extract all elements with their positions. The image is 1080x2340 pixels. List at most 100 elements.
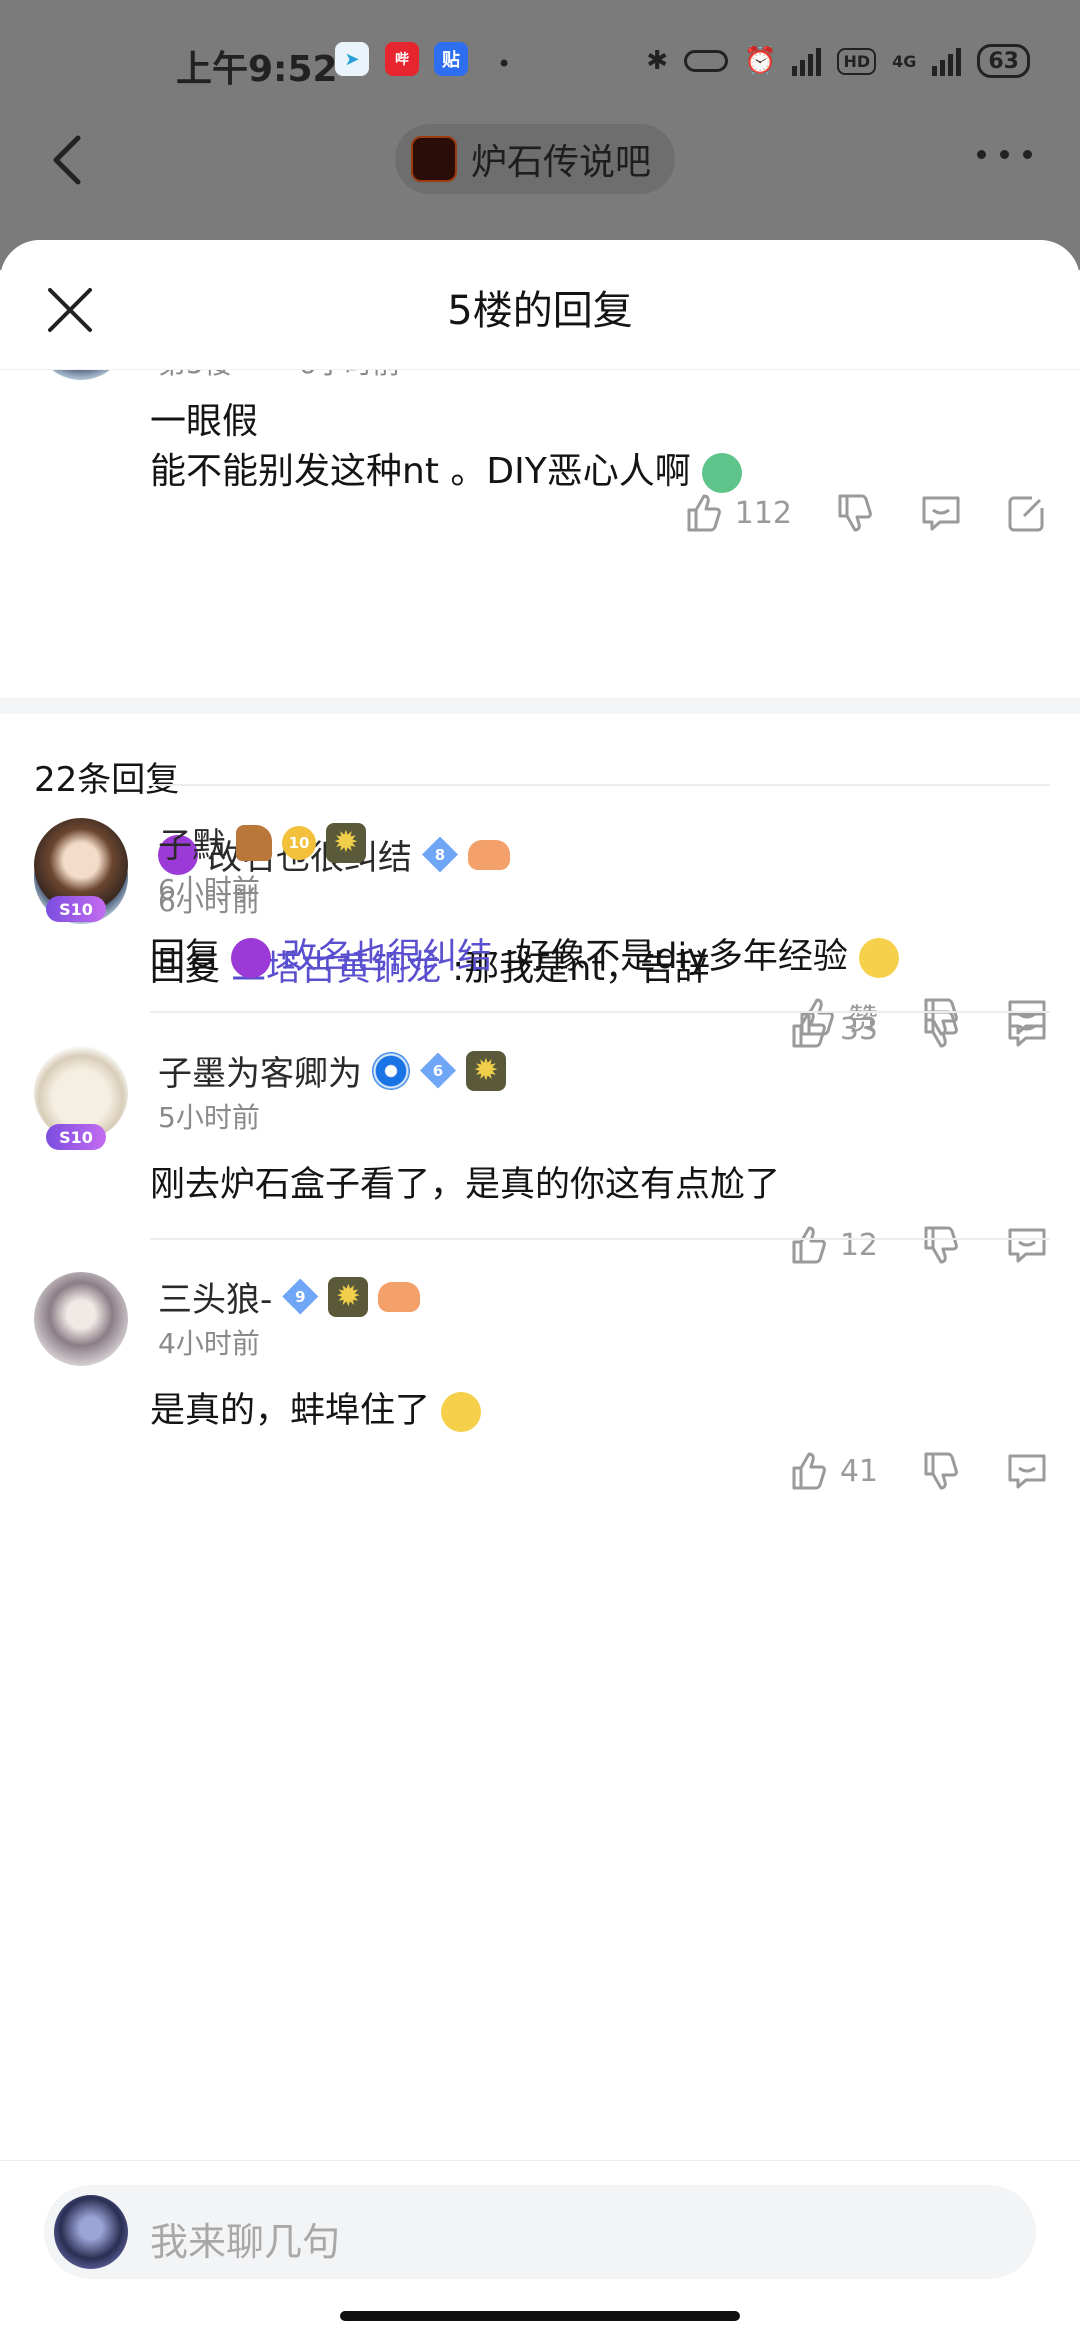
star-badge-icon bbox=[326, 822, 366, 863]
reply-item: S10 子墨为客卿为 6 5小时前 刚去炉石盒子看了，是真的你这有点尬了 12 bbox=[0, 1046, 1080, 1264]
vibrate-icon bbox=[684, 50, 729, 72]
red-app-icon: 哔 bbox=[385, 42, 419, 76]
username-row: 子墨为客卿为 6 bbox=[158, 1046, 506, 1095]
post-line-2: 能不能别发这种nt 。DIY恶心人啊 bbox=[150, 442, 743, 494]
comment-icon bbox=[922, 496, 960, 531]
username-row: 子默 10 bbox=[158, 818, 366, 867]
username[interactable]: 三头狼- bbox=[158, 1272, 272, 1321]
like-count: 112 bbox=[734, 495, 792, 531]
thumb-up-icon bbox=[792, 1452, 826, 1490]
dislike-button[interactable] bbox=[918, 994, 964, 1040]
forum-pill[interactable]: 炉石传说吧 bbox=[395, 124, 676, 194]
reply-count: 22条回复 bbox=[34, 760, 180, 800]
section-divider bbox=[0, 698, 1080, 714]
edit-button[interactable] bbox=[1004, 490, 1050, 536]
post-line-2-text: 能不能别发这种nt 。DIY恶心人啊 bbox=[150, 451, 691, 492]
signal-4g-icon bbox=[932, 46, 962, 76]
comment-button[interactable] bbox=[1004, 1448, 1050, 1494]
swirl-icon bbox=[372, 1051, 410, 1090]
dislike-button[interactable] bbox=[918, 1222, 964, 1268]
background-overlay: 上午9:52 ➤ 哔 贴 • ✱ ⏰ HD 4G 63 炉石传说吧 bbox=[0, 0, 1080, 270]
reply-time: 6小时前 bbox=[158, 873, 260, 906]
reply-divider bbox=[150, 784, 1050, 786]
thumb-up-icon bbox=[800, 998, 834, 1036]
username-row: 三头狼- 9 bbox=[158, 1272, 421, 1321]
like-count: 12 bbox=[839, 1227, 878, 1263]
top-nav: 炉石传说吧 bbox=[0, 120, 1080, 200]
thumb-down-icon bbox=[924, 1226, 958, 1264]
thumb-up-icon bbox=[792, 1226, 826, 1264]
comment-icon bbox=[1008, 1228, 1046, 1263]
status-time: 上午9:52 bbox=[176, 49, 338, 90]
reply-text: 是真的，蚌埠住了 bbox=[150, 1382, 482, 1433]
home-indicator[interactable] bbox=[340, 2311, 740, 2321]
reply-divider bbox=[150, 1011, 1050, 1013]
my-avatar bbox=[54, 2195, 128, 2269]
s10-badge: S10 bbox=[46, 1124, 106, 1150]
star-badge-icon bbox=[328, 1276, 369, 1317]
edit-icon bbox=[1008, 496, 1044, 532]
forum-logo-icon bbox=[411, 136, 457, 182]
dislike-button[interactable] bbox=[832, 490, 878, 536]
sheet-header: 5楼的回复 bbox=[0, 240, 1080, 370]
thumb-down-icon bbox=[924, 998, 958, 1036]
reply-sheet: 5楼的回复 第5楼 · 6小时前 一眼假 能不能别发这种nt 。DIY恶心人啊 … bbox=[0, 240, 1080, 2340]
like-button[interactable]: 112 bbox=[681, 490, 792, 536]
sheet-title: 5楼的回复 bbox=[447, 288, 633, 334]
more-icon[interactable] bbox=[977, 150, 1032, 159]
signal-icon bbox=[792, 46, 822, 76]
telegram-icon: ➤ bbox=[335, 42, 369, 76]
bluetooth-icon: ✱ bbox=[646, 46, 669, 76]
star-badge-icon bbox=[466, 1050, 506, 1091]
mention-link[interactable]: 改名也很纠结 bbox=[282, 937, 492, 977]
post-actions: 112 bbox=[641, 490, 1050, 536]
devil-emoji-icon bbox=[231, 938, 272, 978]
network-label: 4G bbox=[892, 51, 917, 71]
level-badge: 9 bbox=[282, 1278, 319, 1315]
laugh-emoji-icon bbox=[441, 1392, 482, 1432]
status-right-icons: ✱ ⏰ HD 4G 63 bbox=[646, 44, 1030, 78]
comment-button[interactable] bbox=[1004, 994, 1050, 1040]
s10-badge: S10 bbox=[46, 896, 106, 922]
comment-button[interactable] bbox=[918, 490, 964, 536]
reply-time: 4小时前 bbox=[158, 1327, 260, 1360]
like-button[interactable]: 12 bbox=[786, 1222, 878, 1268]
avatar[interactable] bbox=[34, 1272, 128, 1366]
like-count: 赞 bbox=[848, 1003, 878, 1038]
smile-emoji-icon bbox=[859, 938, 900, 978]
reply-text: 刚去炉石盒子看了，是真的你这有点尬了 bbox=[150, 1165, 781, 1205]
sick-emoji-icon bbox=[702, 453, 743, 493]
like-count: 41 bbox=[839, 1453, 878, 1489]
tieba-icon: 贴 bbox=[434, 42, 468, 76]
level-badge: 10 bbox=[282, 825, 316, 860]
reply-divider bbox=[150, 1238, 1050, 1240]
status-bar: 上午9:52 ➤ 哔 贴 • ✱ ⏰ HD 4G 63 bbox=[0, 36, 1080, 92]
dislike-button[interactable] bbox=[918, 1448, 964, 1494]
reply-text: 回复 改名也很纠结 :好像不是diy多年经验 bbox=[150, 928, 900, 979]
input-placeholder: 我来聊几句 bbox=[150, 2220, 341, 2264]
reply-input[interactable]: 我来聊几句 bbox=[44, 2185, 1036, 2279]
comment-icon bbox=[1008, 1000, 1046, 1035]
horse-emoji-icon bbox=[236, 824, 272, 861]
game-badge-icon bbox=[378, 1281, 421, 1312]
like-button[interactable]: 赞 bbox=[794, 994, 878, 1040]
comment-button[interactable] bbox=[1004, 1222, 1050, 1268]
like-button[interactable]: 41 bbox=[786, 1448, 878, 1494]
bottom-input-bar: 我来聊几句 bbox=[0, 2160, 1080, 2340]
reply-body: 是真的，蚌埠住了 bbox=[150, 1391, 431, 1431]
username[interactable]: 子墨为客卿为 bbox=[158, 1046, 362, 1095]
hd-icon: HD bbox=[837, 47, 877, 75]
reply-actions: 12 bbox=[746, 1222, 1050, 1268]
forum-name: 炉石传说吧 bbox=[471, 142, 652, 183]
reply-time: 5小时前 bbox=[158, 1101, 260, 1134]
alarm-icon: ⏰ bbox=[744, 46, 777, 76]
back-icon[interactable] bbox=[48, 132, 88, 188]
reply-body: :好像不是diy多年经验 bbox=[503, 937, 848, 977]
notification-dot-icon: • bbox=[497, 50, 512, 78]
reply-actions: 赞 bbox=[754, 994, 1050, 1040]
post-line-1: 一眼假 bbox=[150, 401, 259, 442]
username[interactable]: 子默 bbox=[158, 818, 226, 867]
reply-actions: 41 bbox=[746, 1448, 1050, 1494]
reply-item: S10 子默 10 6小时前 回复 改名也很纠结 :好像不是diy多年经验 赞 bbox=[0, 818, 1080, 1038]
reply-item: 三头狼- 9 4小时前 是真的，蚌埠住了 41 bbox=[0, 1272, 1080, 1490]
